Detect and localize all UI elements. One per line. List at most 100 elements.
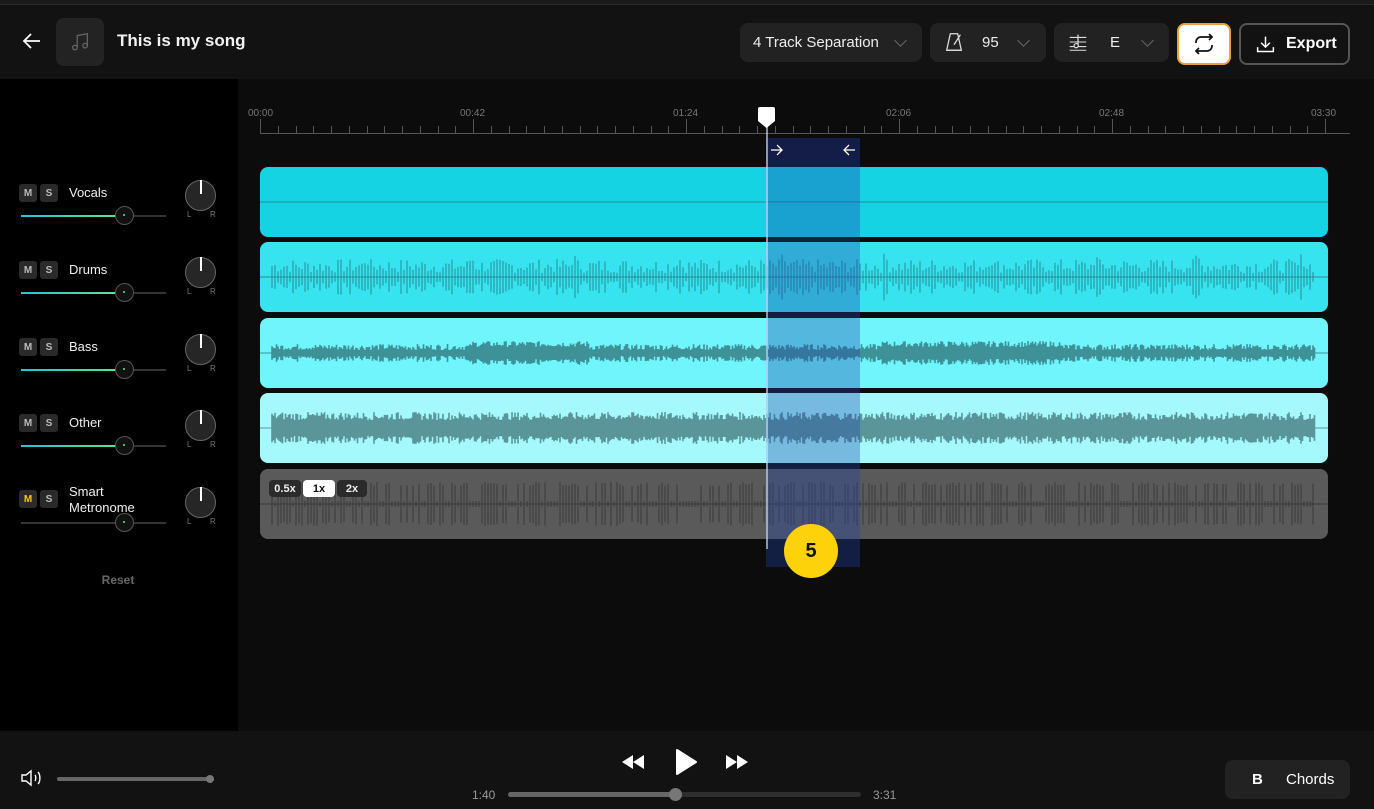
- ruler-tick: [508, 126, 510, 133]
- ruler-tick: [455, 126, 457, 133]
- ruler-tick: [295, 126, 297, 133]
- track-name: Other: [69, 415, 102, 430]
- total-time: 3:31: [873, 788, 897, 802]
- ruler-tick: [1307, 126, 1309, 133]
- ruler-tick: [561, 126, 563, 133]
- current-time: 1:40: [472, 788, 496, 802]
- tempo-value: 95: [982, 34, 999, 51]
- ruler-tick: [881, 126, 883, 133]
- time-label: 01:24: [673, 108, 699, 119]
- pan-knob[interactable]: [185, 180, 216, 211]
- volume-slider[interactable]: [21, 283, 166, 302]
- pan-knob[interactable]: [185, 257, 216, 288]
- ruler-tick: [632, 126, 634, 133]
- ruler-tick: [1236, 126, 1238, 133]
- loop-toggle-button[interactable]: [1177, 23, 1231, 65]
- volume-thumb[interactable]: [115, 283, 134, 302]
- speed-2x-button[interactable]: 2x: [337, 480, 367, 497]
- ruler-tick: [1165, 126, 1167, 133]
- mute-button[interactable]: M: [19, 414, 37, 432]
- loop-start-handle-icon[interactable]: [770, 144, 784, 156]
- ruler-tick: [473, 119, 474, 133]
- chords-label: Chords: [1286, 771, 1335, 788]
- seek-bar[interactable]: [508, 788, 861, 801]
- solo-button[interactable]: S: [40, 261, 58, 279]
- ruler-tick: [419, 126, 421, 133]
- arrow-left-icon: [22, 33, 40, 49]
- pan-left-label: L: [187, 440, 192, 449]
- ruler-tick: [526, 126, 528, 133]
- ruler-tick: [1112, 119, 1113, 133]
- master-volume-slider[interactable]: [57, 775, 214, 783]
- solo-button[interactable]: S: [40, 414, 58, 432]
- solo-button[interactable]: S: [40, 490, 58, 508]
- mute-button[interactable]: M: [19, 261, 37, 279]
- fast-forward-icon[interactable]: [724, 749, 750, 775]
- separation-dropdown[interactable]: 4 Track Separation: [740, 23, 922, 62]
- tempo-dropdown[interactable]: 95: [930, 23, 1046, 62]
- chords-button[interactable]: B Chords: [1225, 760, 1350, 799]
- play-icon[interactable]: [672, 747, 698, 777]
- speed-1x-button[interactable]: 1x: [303, 480, 335, 497]
- key-value: E: [1110, 34, 1121, 51]
- ruler-tick: [668, 126, 670, 133]
- export-button[interactable]: Export: [1239, 23, 1350, 65]
- time-label: 03:30: [1311, 108, 1337, 119]
- ruler-tick: [348, 126, 350, 133]
- ruler-tick: [1254, 126, 1255, 133]
- ruler-tick: [384, 126, 386, 133]
- time-label: 00:00: [248, 108, 274, 119]
- pan-knob[interactable]: [185, 334, 216, 365]
- timeline-ruler[interactable]: 00:00 00:42 01:24 02:06 02:48 03:30: [238, 79, 1374, 139]
- volume-icon[interactable]: [20, 769, 44, 787]
- solo-button[interactable]: S: [40, 184, 58, 202]
- pan-knob[interactable]: [185, 487, 216, 518]
- ruler-tick: [863, 126, 865, 133]
- ruler-tick: [1094, 126, 1096, 133]
- volume-thumb[interactable]: [115, 206, 134, 225]
- seek-bar-thumb[interactable]: [669, 788, 683, 801]
- reset-button[interactable]: Reset: [0, 573, 236, 587]
- pan-knob[interactable]: [185, 410, 216, 441]
- solo-button[interactable]: S: [40, 338, 58, 356]
- track-name-line1: Smart: [69, 484, 104, 499]
- ruler-tick: [597, 126, 599, 133]
- loop-region[interactable]: [766, 138, 860, 567]
- track-control-other: M S Other L R: [0, 410, 238, 474]
- volume-slider[interactable]: [21, 513, 166, 532]
- mute-button[interactable]: M: [19, 184, 37, 202]
- ruler-tick: [402, 126, 403, 133]
- volume-thumb[interactable]: [115, 513, 134, 532]
- track-control-drums: M S Drums L R: [0, 257, 238, 321]
- player-bar: 1:40 3:31 B Chords: [0, 731, 1374, 809]
- back-button[interactable]: [20, 29, 44, 53]
- header: This is my song 4 Track Separation 95 E …: [0, 5, 1374, 79]
- music-note-icon: [72, 32, 88, 51]
- track-control-vocals: M S Vocals L R: [0, 180, 238, 244]
- volume-slider[interactable]: [21, 360, 166, 379]
- track-control-smart-metronome: M S Smart Metronome L R: [0, 484, 238, 544]
- mute-button[interactable]: M: [19, 338, 37, 356]
- chevron-down-icon: [1141, 34, 1154, 47]
- ruler-tick: [828, 126, 829, 133]
- ruler-tick: [1129, 126, 1131, 133]
- volume-thumb[interactable]: [115, 360, 134, 379]
- key-dropdown[interactable]: E: [1054, 23, 1169, 62]
- ruler-tick: [1076, 126, 1078, 133]
- mute-button[interactable]: M: [19, 490, 37, 508]
- volume-slider[interactable]: [21, 206, 166, 225]
- volume-thumb[interactable]: [115, 436, 134, 455]
- ruler-tick: [1271, 126, 1273, 133]
- playhead-handle[interactable]: [758, 107, 775, 129]
- ruler-tick: [1325, 119, 1326, 133]
- rewind-icon[interactable]: [620, 749, 646, 775]
- volume-slider[interactable]: [21, 436, 166, 455]
- ruler-tick: [739, 126, 741, 133]
- speed-0.5x-button[interactable]: 0.5x: [269, 480, 301, 497]
- ruler-tick: [1200, 126, 1202, 133]
- ruler-tick: [1147, 126, 1149, 133]
- ruler-tick: [899, 119, 900, 133]
- loop-region-header[interactable]: [766, 138, 860, 162]
- loop-end-handle-icon[interactable]: [842, 144, 856, 156]
- ruler-tick: [703, 126, 705, 133]
